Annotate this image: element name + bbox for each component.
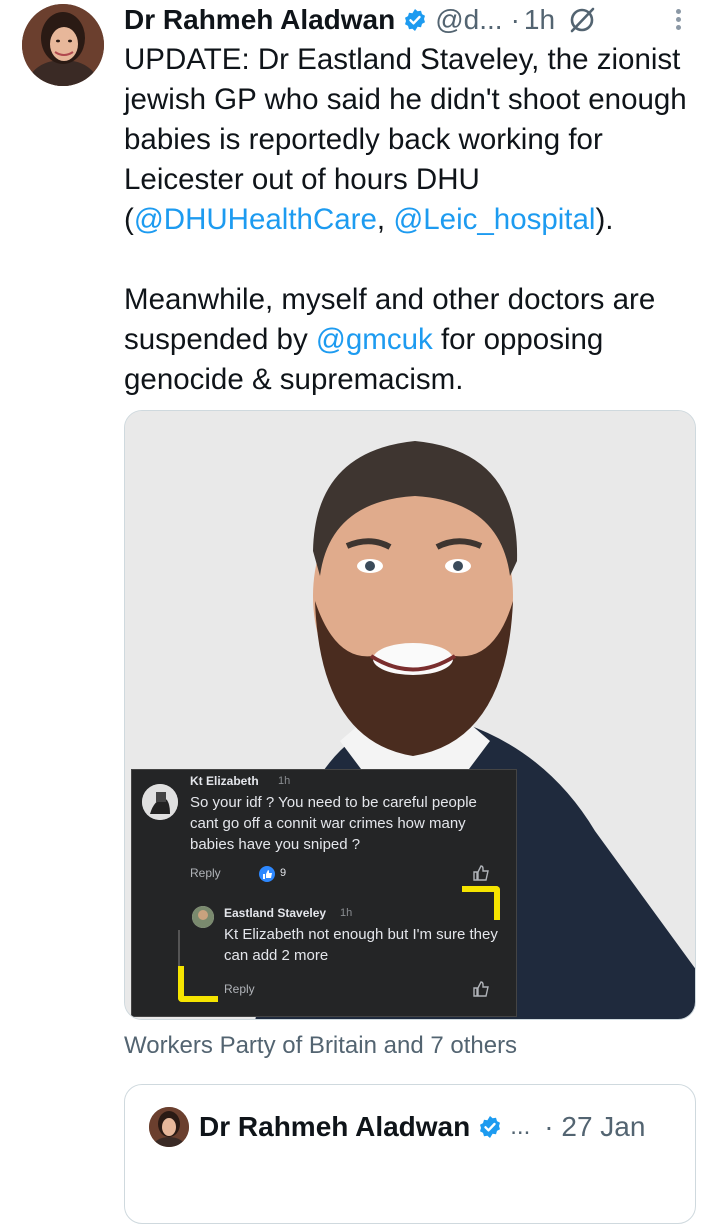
comment2-text: Kt Elizabeth not enough but I'm sure the… [224, 926, 498, 964]
mention-dhuhealthcare[interactable]: @DHUHealthCare [134, 203, 377, 236]
quoted-author-name: Dr Rahmeh Aladwan [199, 1111, 471, 1142]
comment1-reply: Reply [190, 866, 221, 880]
like-icon [258, 865, 276, 888]
author-name[interactable]: Dr Rahmeh Aladwan [124, 4, 395, 36]
highlight-marker-right [462, 886, 500, 920]
verified-badge-icon [478, 1115, 502, 1139]
tweet-image[interactable]: Kt Elizabeth 1h So your idf ? You need t… [124, 410, 696, 1020]
quoted-author-avatar [149, 1107, 189, 1147]
mention-gmcuk[interactable]: @gmcuk [316, 323, 433, 356]
comment1-author: Kt Elizabeth [190, 774, 259, 788]
comment-screenshot: Kt Elizabeth 1h So your idf ? You need t… [131, 769, 517, 1017]
grok-icon[interactable] [567, 5, 597, 35]
comment2-reply: Reply [224, 982, 255, 996]
tweet-header: Dr Rahmeh Aladwan @d... · 1h [124, 0, 704, 40]
comment1-likes: 9 [280, 867, 287, 879]
tweet-paragraph-2: Meanwhile, myself and other doctors are … [124, 283, 656, 396]
quoted-tweet[interactable]: Dr Rahmeh Aladwan ... · 27 Jan [124, 1084, 696, 1224]
tweet-time[interactable]: 1h [524, 4, 555, 36]
highlight-marker-left [178, 966, 218, 1002]
comment2-time: 1h [340, 907, 353, 919]
quoted-tweet-date: · 27 Jan [544, 1111, 646, 1142]
thumbs-up-icon [472, 864, 490, 887]
quoted-tweet-header: Dr Rahmeh Aladwan ... · 27 Jan [199, 1107, 679, 1147]
comment1-text: So your idf ? You need to be careful peo… [190, 794, 477, 853]
commenter-avatar [142, 784, 178, 820]
mention-leic-hospital[interactable]: @Leic_hospital [393, 203, 595, 236]
verified-badge-icon [403, 8, 427, 32]
header-separator: · [510, 4, 520, 35]
author-handle[interactable]: @d... [435, 4, 502, 36]
comment2-author: Eastland Staveley [224, 906, 327, 920]
thumbs-up-icon [472, 980, 490, 1003]
quoted-handle-ellipsis: ... [510, 1113, 531, 1140]
comment1-time: 1h [278, 775, 291, 787]
tweet-text: UPDATE: Dr Eastland Staveley, the zionis… [124, 40, 704, 400]
social-context[interactable]: Workers Party of Britain and 7 others [124, 1032, 517, 1060]
tweet-paragraph-1: UPDATE: Dr Eastland Staveley, the zionis… [124, 43, 687, 236]
reply-author-avatar [192, 906, 214, 928]
author-avatar[interactable] [22, 4, 104, 86]
more-options-icon[interactable] [668, 6, 688, 36]
